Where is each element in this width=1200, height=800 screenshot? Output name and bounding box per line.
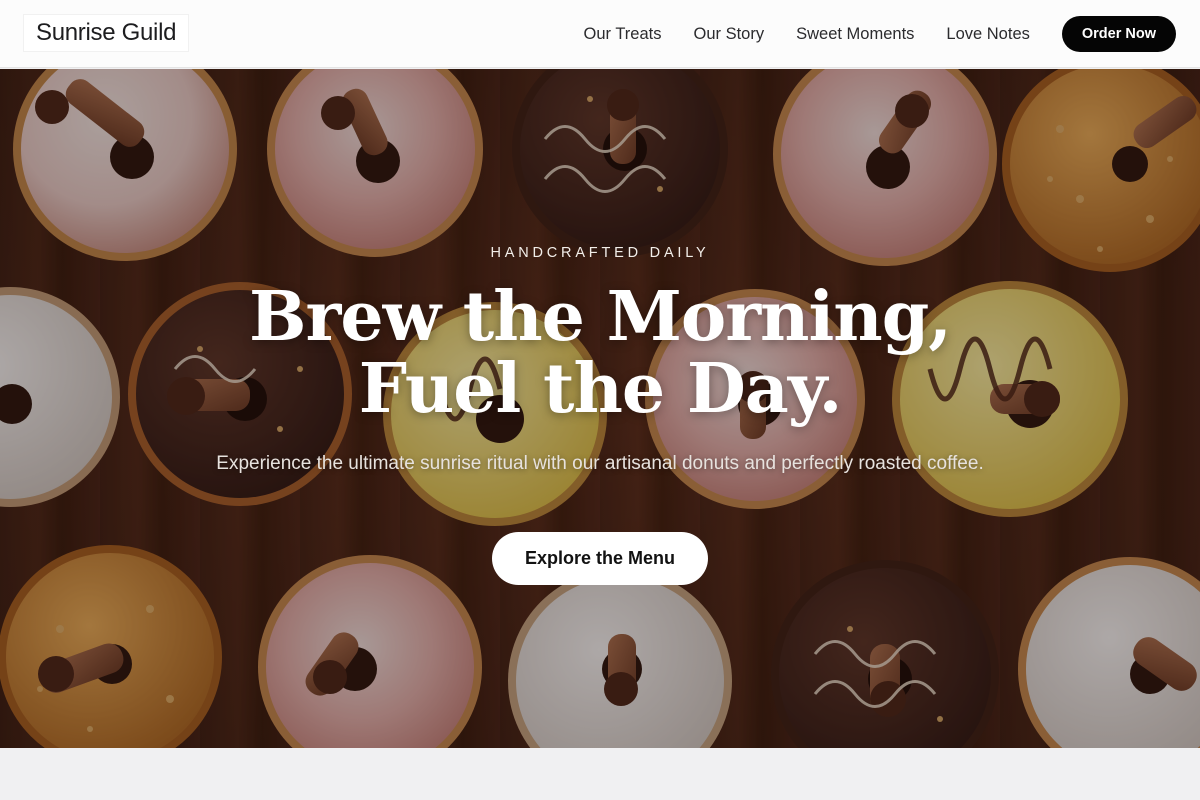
next-section-band [0, 748, 1200, 800]
brand-logo[interactable]: Sunrise Guild [24, 15, 189, 51]
explore-menu-button[interactable]: Explore the Menu [492, 532, 708, 585]
hero-headline: Brew the Morning, Fuel the Day. [249, 277, 952, 429]
nav-link-our-treats[interactable]: Our Treats [584, 25, 662, 44]
hero-eyebrow: HANDCRAFTED DAILY [490, 245, 710, 261]
hero-section: HANDCRAFTED DAILY Brew the Morning, Fuel… [0, 69, 1200, 748]
main-nav: Our Treats Our Story Sweet Moments Love … [584, 0, 1176, 68]
nav-link-love-notes[interactable]: Love Notes [946, 25, 1029, 44]
order-now-button[interactable]: Order Now [1061, 16, 1176, 52]
site-header: Sunrise Guild Our Treats Our Story Sweet… [0, 0, 1200, 68]
hero-content: HANDCRAFTED DAILY Brew the Morning, Fuel… [0, 69, 1200, 748]
nav-link-sweet-moments[interactable]: Sweet Moments [796, 25, 914, 44]
nav-link-our-story[interactable]: Our Story [694, 25, 765, 44]
hero-subtext: Experience the ultimate sunrise ritual w… [216, 453, 984, 474]
